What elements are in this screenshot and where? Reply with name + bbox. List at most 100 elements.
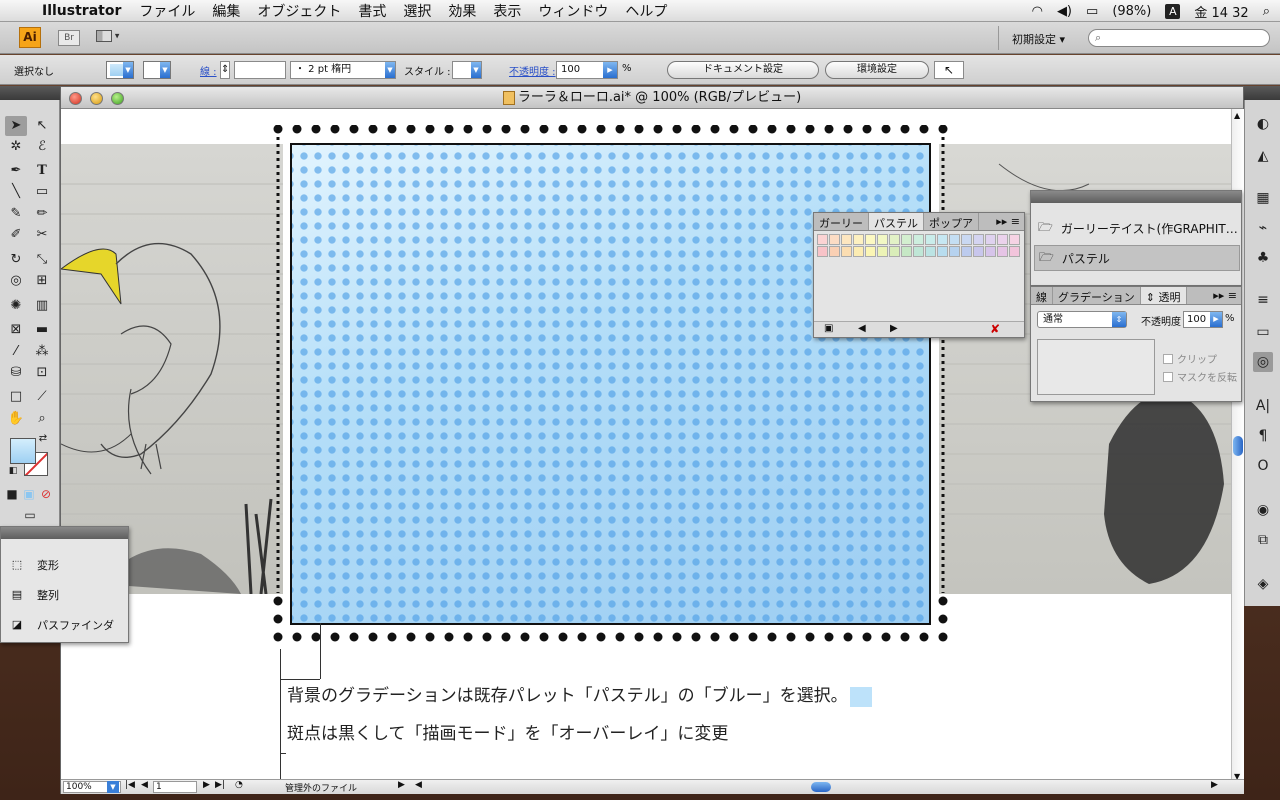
swatches-panel-icon[interactable]: ▦ [1253,188,1273,208]
column-graph-tool-icon[interactable]: ▥ [31,296,53,316]
swatch-chip[interactable] [961,246,972,257]
swatch-chip[interactable] [877,234,888,245]
character-panel-icon[interactable]: A| [1253,396,1273,416]
swatch-chip[interactable] [865,246,876,257]
stroke-weight-stepper[interactable]: ⇕ [220,61,230,79]
prev-library-icon[interactable]: ◀ [858,323,866,334]
swatch-chip[interactable] [961,234,972,245]
swatch-chip[interactable] [889,246,900,257]
menu-edit[interactable]: 編集 [212,1,240,21]
selection-tool-icon[interactable]: ➤ [5,116,27,136]
input-mode-icon[interactable]: A [1165,3,1181,19]
spotlight-icon[interactable]: ⌕ [1263,4,1270,19]
scroll-right-icon[interactable]: ▶ [1211,780,1218,790]
swap-colors-icon[interactable]: ⇄ [36,432,50,446]
app-name[interactable]: Illustrator [42,3,121,19]
swatch-chip[interactable] [973,234,984,245]
pen-tool-icon[interactable]: ✒ [5,161,27,181]
help-search-input[interactable]: ⌕ [1088,29,1270,47]
swatch-chip[interactable] [937,234,948,245]
gradient-mode-icon[interactable]: ▣ [21,488,37,502]
opacity-field[interactable]: 100 ▶ [556,61,618,79]
brushes-panel-icon[interactable]: ⌁ [1253,218,1273,238]
swatch-chip[interactable] [841,234,852,245]
swatch-chip[interactable] [985,246,996,257]
magic-wand-tool-icon[interactable]: ✲ [5,137,27,157]
swatch-chip[interactable] [889,234,900,245]
preferences-button[interactable]: 環境設定 [825,61,929,79]
pencil-tool-icon[interactable]: ✏ [31,204,53,224]
scroll-left-icon[interactable]: ◀ [415,780,422,790]
arrange-documents-button[interactable]: ▾ [96,30,128,46]
appearance-panel-icon[interactable]: ◉ [1253,500,1273,520]
type-tool-icon[interactable]: T [31,161,53,181]
status-text[interactable]: 管理外のファイル [285,781,357,794]
swatch-chip[interactable] [817,234,828,245]
library-item-pastel[interactable]: 🗁 パステル [1034,245,1240,271]
tab-pop[interactable]: ポップア [924,213,979,230]
tab-pastel[interactable]: パステル [869,213,924,230]
variable-width-profile[interactable]: ・ 2 pt 楕円 ▼ [290,61,396,79]
status-menu-icon[interactable]: ◔ [235,780,243,790]
swatch-chip[interactable] [949,246,960,257]
menu-select[interactable]: 選択 [403,1,431,21]
blend-mode-select[interactable]: 通常 ⇕ [1037,311,1127,328]
fill-color-dropdown[interactable]: ▼ [106,61,134,79]
screen-mode-icon[interactable]: ▭ [18,508,42,524]
swatch-chip[interactable] [829,234,840,245]
mesh-tool-icon[interactable]: ⊠ [5,320,27,340]
tab-stroke[interactable]: 線 [1031,287,1053,304]
live-paint-bucket-tool-icon[interactable]: ⛁ [5,363,27,383]
vertical-scroll-thumb[interactable] [1233,436,1243,456]
invert-mask-checkbox[interactable]: マスクを反転 [1163,369,1237,384]
swatch-chip[interactable] [1009,246,1020,257]
menu-type[interactable]: 書式 [358,1,386,21]
panel-titlebar[interactable] [1031,191,1241,203]
blob-brush-tool-icon[interactable]: ✐ [5,225,27,245]
swatch-chip[interactable] [937,246,948,257]
tab-girly[interactable]: ガーリー [814,213,869,230]
swatch-chip[interactable] [817,246,828,257]
swatch-chip[interactable] [829,246,840,257]
free-transform-tool-icon[interactable]: ⊞ [31,271,53,291]
hand-tool-icon[interactable]: ✋ [5,409,27,429]
menu-file[interactable]: ファイル [139,1,195,21]
next-library-icon[interactable]: ▶ [890,323,898,334]
stroke-panel-icon[interactable]: ≡ [1253,290,1273,310]
swatch-chip[interactable] [973,246,984,257]
rotate-tool-icon[interactable]: ↻ [5,250,27,270]
menu-object[interactable]: オブジェクト [257,1,341,21]
scale-tool-icon[interactable]: ⤡ [31,250,53,270]
tab-gradient[interactable]: グラデーション [1053,287,1141,304]
clip-checkbox[interactable]: クリップ [1163,351,1217,366]
dock-titlebar[interactable] [1244,86,1280,100]
slice-tool-icon[interactable]: ⟋ [31,387,53,407]
opacity-link[interactable]: 不透明度 : [509,63,556,78]
artboards-panel-icon[interactable]: ⧉ [1253,530,1273,550]
gradient-panel-icon[interactable]: ▭ [1253,322,1273,342]
swatch-chip[interactable] [985,234,996,245]
opacity-field[interactable]: 100 ▶ [1183,311,1223,328]
swatch-chip[interactable] [841,246,852,257]
swatch-chip[interactable] [913,246,924,257]
stroke-link[interactable]: 線 : [200,63,217,78]
clock[interactable]: 金 14 32 [1194,2,1248,21]
chevron-down-icon[interactable]: ▼ [107,781,119,793]
wifi-icon[interactable]: ◠ [1032,4,1043,19]
scroll-up-icon[interactable]: ▲ [1234,111,1240,120]
swatch-chip[interactable] [925,234,936,245]
isolation-mode-button[interactable]: ↖ [934,61,964,79]
width-tool-icon[interactable]: ◎ [5,271,27,291]
swatch-chip[interactable] [949,234,960,245]
menu-window[interactable]: ウィンドウ [538,1,608,21]
status-arrow-icon[interactable]: ▶ [398,780,405,790]
swatch-chip[interactable] [853,234,864,245]
swatch-chip[interactable] [853,246,864,257]
workspace-switcher[interactable]: 初期設定 ▾ [1012,31,1065,47]
paragraph-panel-icon[interactable]: ¶ [1253,426,1273,446]
paintbrush-tool-icon[interactable]: ✎ [5,204,27,224]
delete-swatch-icon[interactable]: ✘ [990,322,1000,336]
swatch-chip[interactable] [913,234,924,245]
default-colors-icon[interactable]: ◧ [6,464,20,478]
menu-help[interactable]: ヘルプ [625,1,667,21]
